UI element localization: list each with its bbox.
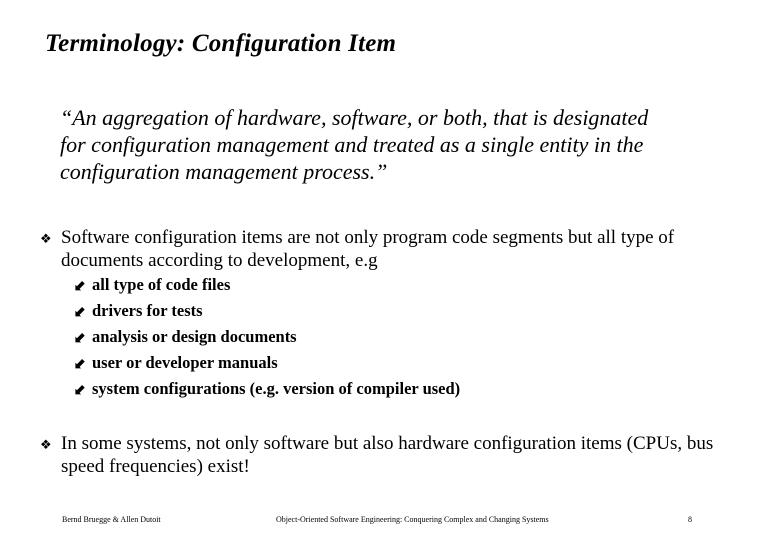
sub-item-text: user or developer manuals (92, 353, 278, 372)
sub-item-text: system configurations (e.g. version of c… (92, 379, 461, 398)
sub-item-text: all type of code files (92, 275, 231, 294)
sub-list-item: ⬋ analysis or design documents (74, 324, 460, 350)
sub-item-text: drivers for tests (92, 301, 203, 320)
sub-list-item: ⬋ user or developer manuals (74, 350, 460, 376)
quote-line: configuration management process.” (60, 159, 388, 184)
sub-list-item: ⬋ system configurations (e.g. version of … (74, 376, 460, 402)
southwest-arrow-icon: ⬋ (74, 354, 87, 372)
footer-book-title: Object-Oriented Software Engineering: Co… (276, 515, 549, 524)
sub-list-item: ⬋ all type of code files (74, 272, 460, 298)
southwest-arrow-icon: ⬋ (74, 276, 87, 294)
quote-line: “An aggregation of hardware, software, o… (60, 105, 649, 130)
southwest-arrow-icon: ⬋ (74, 302, 87, 320)
footer-page-number: 8 (688, 515, 692, 524)
slide-title: Terminology: Configuration Item (45, 30, 397, 57)
quote-line: for configuration management and treated… (60, 132, 644, 157)
southwest-arrow-icon: ⬋ (74, 380, 87, 398)
footer-authors: Bernd Bruegge & Allen Dutoit (62, 515, 161, 524)
bullet-text: Software configuration items are not onl… (61, 227, 675, 271)
sub-item-text: analysis or design documents (92, 327, 297, 346)
definition-quote: “An aggregation of hardware, software, o… (60, 104, 740, 185)
sub-list-item: ⬋ drivers for tests (74, 298, 460, 324)
sub-list: ⬋ all type of code files ⬋ drivers for tes… (74, 272, 460, 402)
bullet-text: In some systems, not only software but a… (61, 433, 714, 477)
four-diamond-bullet-icon: ❖ (40, 438, 52, 453)
four-diamond-bullet-icon: ❖ (40, 232, 52, 247)
southwest-arrow-icon: ⬋ (74, 328, 87, 346)
